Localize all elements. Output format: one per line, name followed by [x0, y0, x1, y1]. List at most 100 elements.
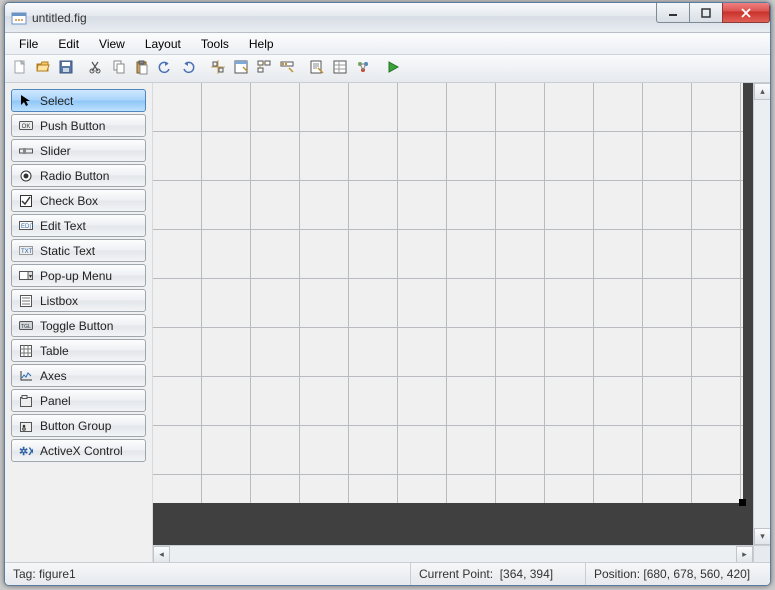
menu-help[interactable]: Help	[239, 35, 284, 53]
listbox-icon	[18, 294, 34, 308]
component-palette: Select OK Push Button Slider Radio Butto…	[5, 83, 153, 562]
run-button[interactable]	[382, 58, 404, 80]
status-cp-label: Current Point:	[419, 567, 493, 581]
window-controls	[657, 3, 770, 23]
canvas-area: ▴ ▾ ◂ ▸	[153, 83, 770, 562]
status-current-point: Current Point: [364, 394]	[410, 563, 585, 585]
svg-text:TXT: TXT	[21, 249, 33, 255]
table-icon	[18, 344, 34, 358]
scroll-right-icon[interactable]: ▸	[736, 546, 753, 562]
figure-grid[interactable]	[153, 83, 743, 503]
scroll-down-icon[interactable]: ▾	[754, 528, 770, 545]
svg-text:OK: OK	[22, 124, 31, 130]
palette-push-button[interactable]: OK Push Button	[11, 114, 146, 137]
tab-order-icon	[256, 59, 272, 78]
status-tag-value: figure1	[39, 567, 76, 581]
menu-editor-button[interactable]	[230, 58, 252, 80]
palette-activex-label: ActiveX Control	[40, 444, 123, 458]
new-file-icon	[12, 59, 28, 78]
scroll-up-icon[interactable]: ▴	[754, 83, 770, 100]
paste-icon	[134, 59, 150, 78]
copy-button[interactable]	[108, 58, 130, 80]
maximize-button[interactable]	[689, 3, 723, 23]
palette-axes[interactable]: Axes	[11, 364, 146, 387]
menu-layout[interactable]: Layout	[135, 35, 191, 53]
toolbar-editor-button[interactable]	[276, 58, 298, 80]
activex-icon: ✲X	[18, 444, 34, 458]
status-bar: Tag: figure1 Current Point: [364, 394] P…	[5, 562, 770, 585]
cut-icon	[88, 59, 104, 78]
redo-button[interactable]	[177, 58, 199, 80]
new-button[interactable]	[9, 58, 31, 80]
scroll-left-icon[interactable]: ◂	[153, 546, 170, 562]
undo-icon	[157, 59, 173, 78]
align-icon	[210, 59, 226, 78]
popup-icon	[18, 269, 34, 283]
status-tag-label: Tag:	[13, 567, 36, 581]
editor-button[interactable]	[306, 58, 328, 80]
open-folder-icon	[35, 59, 51, 78]
palette-button-group-label: Button Group	[40, 419, 111, 433]
property-inspector-icon	[332, 59, 348, 78]
panel-icon	[18, 394, 34, 408]
copy-icon	[111, 59, 127, 78]
cut-button[interactable]	[85, 58, 107, 80]
cursor-icon	[18, 94, 34, 108]
palette-static-text[interactable]: TXT Static Text	[11, 239, 146, 262]
palette-table[interactable]: Table	[11, 339, 146, 362]
design-canvas[interactable]	[153, 83, 753, 545]
palette-push-button-label: Push Button	[40, 119, 105, 133]
title-bar: untitled.fig	[5, 3, 770, 33]
palette-check-box[interactable]: Check Box	[11, 189, 146, 212]
undo-button[interactable]	[154, 58, 176, 80]
align-button[interactable]	[207, 58, 229, 80]
menu-file[interactable]: File	[9, 35, 48, 53]
toggle-icon: TGL	[18, 319, 34, 333]
palette-radio-button[interactable]: Radio Button	[11, 164, 146, 187]
palette-edit-text[interactable]: ED|T Edit Text	[11, 214, 146, 237]
edit-text-icon: ED|T	[18, 219, 34, 233]
resize-handle[interactable]	[739, 499, 746, 506]
palette-popup-menu[interactable]: Pop-up Menu	[11, 264, 146, 287]
palette-listbox-label: Listbox	[40, 294, 78, 308]
open-button[interactable]	[32, 58, 54, 80]
paste-button[interactable]	[131, 58, 153, 80]
toolbar-editor-icon	[279, 59, 295, 78]
palette-activex[interactable]: ✲X ActiveX Control	[11, 439, 146, 462]
menu-editor-icon	[233, 59, 249, 78]
menu-edit[interactable]: Edit	[48, 35, 89, 53]
body: Select OK Push Button Slider Radio Butto…	[5, 83, 770, 562]
close-button[interactable]	[722, 3, 770, 23]
property-inspector-button[interactable]	[329, 58, 351, 80]
svg-text:✲X: ✲X	[19, 446, 33, 457]
app-icon	[11, 10, 27, 26]
svg-text:ED|T: ED|T	[21, 224, 33, 230]
hscroll-track[interactable]	[170, 546, 736, 562]
menu-tools[interactable]: Tools	[191, 35, 239, 53]
mfile-editor-icon	[309, 59, 325, 78]
palette-slider[interactable]: Slider	[11, 139, 146, 162]
palette-panel[interactable]: Panel	[11, 389, 146, 412]
palette-button-group[interactable]: Button Group	[11, 414, 146, 437]
save-button[interactable]	[55, 58, 77, 80]
palette-static-text-label: Static Text	[40, 244, 95, 258]
palette-table-label: Table	[40, 344, 69, 358]
minimize-button[interactable]	[656, 3, 690, 23]
status-tag: Tag: figure1	[5, 563, 410, 585]
toolbar	[5, 55, 770, 83]
status-pos-label: Position:	[594, 567, 640, 581]
palette-axes-label: Axes	[40, 369, 67, 383]
palette-edit-text-label: Edit Text	[40, 219, 86, 233]
palette-select[interactable]: Select	[11, 89, 146, 112]
menu-view[interactable]: View	[89, 35, 135, 53]
palette-slider-label: Slider	[40, 144, 71, 158]
menu-bar: File Edit View Layout Tools Help	[5, 33, 770, 55]
object-browser-button[interactable]	[352, 58, 374, 80]
vertical-scrollbar[interactable]: ▴ ▾	[753, 83, 770, 545]
vscroll-track[interactable]	[754, 100, 770, 528]
tab-order-button[interactable]	[253, 58, 275, 80]
palette-toggle-button[interactable]: TGL Toggle Button	[11, 314, 146, 337]
horizontal-scrollbar[interactable]: ◂ ▸	[153, 545, 753, 562]
svg-text:TGL: TGL	[21, 324, 31, 330]
palette-listbox[interactable]: Listbox	[11, 289, 146, 312]
